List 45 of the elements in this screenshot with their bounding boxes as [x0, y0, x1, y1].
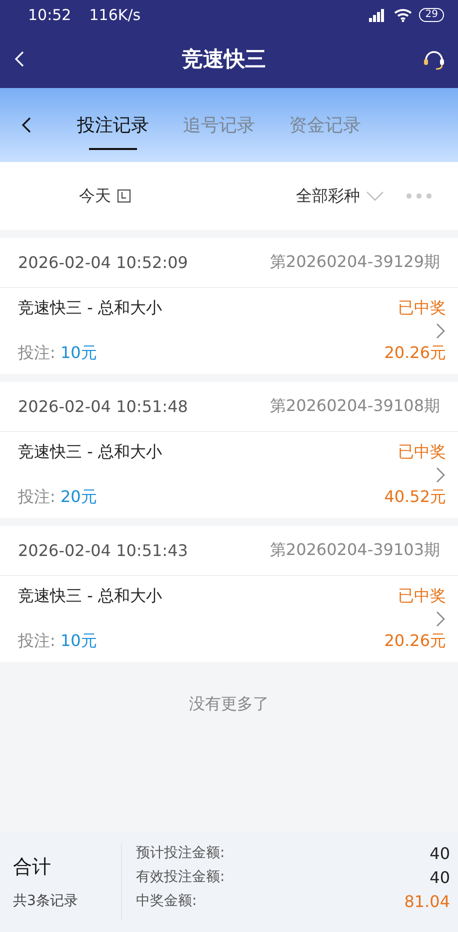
- calendar-icon[interactable]: [117, 189, 131, 203]
- bet-label: 投注:: [18, 631, 56, 650]
- end-note: 没有更多了: [188, 694, 270, 715]
- issue-number: 第20260204-39129期: [270, 252, 440, 273]
- bet-time: 2026-02-04 10:52:09: [18, 253, 188, 272]
- network-speed: 116K/s: [89, 6, 141, 24]
- game-name: 竞速快三 - 总和大小: [18, 586, 163, 607]
- issue-number: 第20260204-39103期: [270, 540, 440, 561]
- tab[interactable]: 投注记录: [77, 88, 149, 162]
- game-name: 竞速快三 - 总和大小: [18, 298, 163, 319]
- chevron-down-icon[interactable]: [366, 191, 384, 201]
- payout-amount: 20.26元: [384, 343, 446, 364]
- payout-amount: 40.52元: [384, 487, 446, 508]
- bet-label: 投注:: [18, 343, 56, 362]
- bet-amount: 20元: [60, 487, 97, 506]
- battery-icon: 29: [419, 8, 444, 22]
- summary-label: 中奖金额:: [136, 892, 197, 911]
- win-status: 已中奖: [398, 298, 446, 319]
- game-name: 竞速快三 - 总和大小: [18, 442, 163, 463]
- chevron-right-icon[interactable]: [436, 323, 446, 339]
- bet-amount: 10元: [60, 343, 97, 362]
- win-status: 已中奖: [398, 442, 446, 463]
- issue-number: 第20260204-39108期: [270, 396, 440, 417]
- summary-title: 合计: [13, 855, 52, 880]
- back-icon[interactable]: [20, 115, 32, 135]
- win-status: 已中奖: [398, 586, 446, 607]
- chevron-right-icon[interactable]: [436, 611, 446, 627]
- payout-amount: 20.26元: [384, 631, 446, 652]
- summary-value: 81.04: [404, 892, 450, 911]
- summary-label: 预计投注金额:: [136, 844, 225, 863]
- wifi-icon: [393, 8, 414, 22]
- clock-time: 10:52: [28, 6, 72, 24]
- lottery-filter[interactable]: 全部彩种: [296, 186, 360, 206]
- summary-value: 40: [430, 868, 450, 887]
- bet-label: 投注:: [18, 487, 56, 506]
- summary-value: 40: [430, 844, 450, 863]
- bet-time: 2026-02-04 10:51:43: [18, 541, 188, 560]
- record-count: 共3条记录: [13, 892, 79, 910]
- bet-time: 2026-02-04 10:51:48: [18, 397, 188, 416]
- summary-label: 有效投注金额:: [136, 868, 225, 887]
- page-title: 竞速快三: [182, 46, 266, 73]
- bet-amount: 10元: [60, 631, 97, 650]
- date-filter[interactable]: 今天: [79, 186, 111, 206]
- back-icon[interactable]: [12, 49, 26, 69]
- chevron-right-icon[interactable]: [436, 467, 446, 483]
